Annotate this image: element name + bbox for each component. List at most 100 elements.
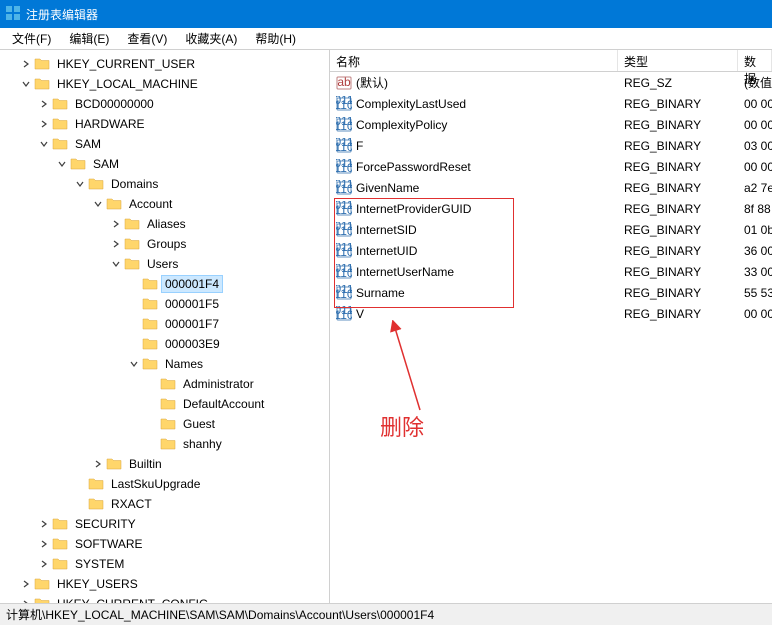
tree-item[interactable]: Users [0,254,329,274]
tree-item[interactable]: shanhy [0,434,329,454]
tree-item-label: Account [126,196,175,212]
list-pane[interactable]: 名称 类型 数据 ab(默认)REG_SZ(数值未设置)011110Comple… [330,50,772,603]
cell-type: REG_BINARY [618,139,738,153]
tree-item-label: shanhy [180,436,225,452]
window-title: 注册表编辑器 [26,6,98,23]
tree-item[interactable]: SAM [0,134,329,154]
chevron-down-icon[interactable] [108,259,124,269]
list-row[interactable]: 011110InternetUserNameREG_BINARY33 00 36… [330,261,772,282]
tree-item[interactable]: DefaultAccount [0,394,329,414]
list-row[interactable]: 011110VREG_BINARY00 00 00 00 f [330,303,772,324]
cell-name: 011110F [330,138,618,154]
chevron-right-icon[interactable] [18,59,34,69]
cell-data: 00 00 00 00 00 [738,97,772,111]
tree-item[interactable]: 000003E9 [0,334,329,354]
tree-item-label: 000003E9 [162,336,223,352]
tree-item-label: Administrator [180,376,257,392]
tree-item-label: Guest [180,416,218,432]
tree-pane[interactable]: HKEY_CURRENT_USER HKEY_LOCAL_MACHINE BCD00… [0,50,330,603]
chevron-right-icon[interactable] [18,579,34,589]
tree-item[interactable]: Administrator [0,374,329,394]
tree-item[interactable]: Account [0,194,329,214]
tree-item[interactable]: HKEY_CURRENT_USER [0,54,329,74]
cell-type: REG_BINARY [618,286,738,300]
tree-item[interactable]: Builtin [0,454,329,474]
tree-item[interactable]: Aliases [0,214,329,234]
svg-text:ab: ab [337,75,351,89]
tree-item[interactable]: Domains [0,174,329,194]
chevron-down-icon[interactable] [72,179,88,189]
tree-item[interactable]: Names [0,354,329,374]
cell-data: 00 00 00 00 f [738,307,772,321]
list-row[interactable]: 011110InternetSIDREG_BINARY01 0b 00 00 0… [330,219,772,240]
menu-view[interactable]: 查看(V) [119,28,175,49]
tree-item[interactable]: SAM [0,154,329,174]
tree-item[interactable]: BCD00000000 [0,94,329,114]
chevron-right-icon[interactable] [108,239,124,249]
menu-file[interactable]: 文件(F) [4,28,59,49]
chevron-down-icon[interactable] [90,199,106,209]
list-row[interactable]: 011110ForcePasswordResetREG_BINARY00 00 … [330,156,772,177]
list-row[interactable]: 011110GivenNameREG_BINARYa2 7e 87 5b [330,177,772,198]
folder-icon [160,396,176,412]
tree-item[interactable]: RXACT [0,494,329,514]
cell-data: a2 7e 87 5b [738,181,772,195]
column-name[interactable]: 名称 [330,50,618,71]
binary-value-icon: 011110 [336,117,352,133]
menu-bar: 文件(F) 编辑(E) 查看(V) 收藏夹(A) 帮助(H) [0,28,772,50]
tree-item-label: HKEY_LOCAL_MACHINE [54,76,201,92]
chevron-down-icon[interactable] [126,359,142,369]
list-row[interactable]: 011110InternetProviderGUIDREG_BINARY8f 8… [330,198,772,219]
tree-item-label: HKEY_USERS [54,576,141,592]
chevron-right-icon[interactable] [36,539,52,549]
tree-item[interactable]: 000001F4 [0,274,329,294]
chevron-right-icon[interactable] [108,219,124,229]
folder-icon [142,336,158,352]
menu-help[interactable]: 帮助(H) [247,28,304,49]
list-row[interactable]: 011110FREG_BINARY03 00 01 00 0 [330,135,772,156]
menu-edit[interactable]: 编辑(E) [61,28,117,49]
chevron-right-icon[interactable] [36,519,52,529]
column-type[interactable]: 类型 [618,50,738,71]
tree-item[interactable]: HKEY_USERS [0,574,329,594]
tree-item-label: SAM [72,136,104,152]
tree-item[interactable]: SOFTWARE [0,534,329,554]
chevron-right-icon[interactable] [36,99,52,109]
folder-icon [160,436,176,452]
list-row[interactable]: ab(默认)REG_SZ(数值未设置) [330,72,772,93]
tree-item[interactable]: LastSkuUpgrade [0,474,329,494]
tree-item[interactable]: 000001F7 [0,314,329,334]
tree-item[interactable]: 000001F5 [0,294,329,314]
tree-item[interactable]: SYSTEM [0,554,329,574]
chevron-right-icon[interactable] [36,559,52,569]
cell-data: (数值未设置) [738,74,772,91]
chevron-right-icon[interactable] [90,459,106,469]
cell-type: REG_BINARY [618,265,738,279]
chevron-down-icon[interactable] [36,139,52,149]
binary-value-icon: 011110 [336,96,352,112]
folder-icon [88,476,104,492]
folder-icon [52,536,68,552]
chevron-right-icon[interactable] [36,119,52,129]
list-row[interactable]: 011110SurnameREG_BINARY55 53 [330,282,772,303]
chevron-right-icon[interactable] [18,599,34,603]
chevron-down-icon[interactable] [18,79,34,89]
tree-item[interactable]: HARDWARE [0,114,329,134]
tree-item[interactable]: HKEY_LOCAL_MACHINE [0,74,329,94]
cell-name: 011110InternetUID [330,243,618,259]
folder-icon [106,196,122,212]
cell-data: 33 00 36 00 3 [738,265,772,279]
svg-text:110: 110 [336,308,352,322]
folder-icon [34,596,50,603]
chevron-down-icon[interactable] [54,159,70,169]
list-row[interactable]: 011110InternetUIDREG_BINARY36 00 65 00 3 [330,240,772,261]
column-data[interactable]: 数据 [738,50,772,71]
list-row[interactable]: 011110ComplexityPolicyREG_BINARY00 00 00… [330,114,772,135]
tree-item[interactable]: Guest [0,414,329,434]
tree-item[interactable]: Groups [0,234,329,254]
menu-favorites[interactable]: 收藏夹(A) [177,28,245,49]
list-row[interactable]: 011110ComplexityLastUsedREG_BINARY00 00 … [330,93,772,114]
tree-item[interactable]: SECURITY [0,514,329,534]
folder-icon [34,76,50,92]
tree-item[interactable]: HKEY_CURRENT_CONFIG [0,594,329,603]
